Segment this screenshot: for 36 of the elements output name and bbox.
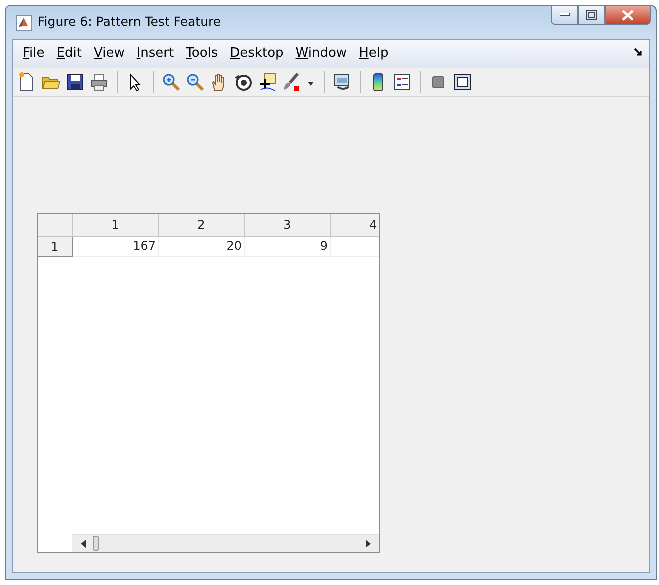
- data-cursor-icon[interactable]: [257, 72, 278, 92]
- maximize-button[interactable]: [578, 5, 605, 25]
- maximize-icon: [586, 10, 597, 20]
- menu-item[interactable]: Tools: [180, 44, 224, 64]
- close-button[interactable]: [605, 5, 651, 25]
- minimize-icon: [560, 13, 570, 17]
- window-icon[interactable]: [452, 72, 473, 92]
- column-header[interactable]: 2: [159, 214, 245, 237]
- menu-item[interactable]: View: [88, 44, 131, 64]
- printer-icon[interactable]: [89, 72, 110, 92]
- zoom-out-icon[interactable]: [185, 72, 206, 92]
- legend-icon[interactable]: [392, 72, 413, 92]
- menu-item[interactable]: Help: [353, 44, 395, 64]
- menu-item[interactable]: Edit: [50, 44, 88, 64]
- scroll-thumb[interactable]: [93, 536, 99, 551]
- app-icon: [16, 14, 32, 30]
- window-title: Figure 6: Pattern Test Feature: [38, 13, 222, 32]
- close-icon: [622, 10, 634, 20]
- zoom-in-icon[interactable]: [161, 72, 182, 92]
- save-icon[interactable]: [65, 72, 86, 92]
- scroll-right-icon[interactable]: [366, 540, 371, 548]
- dock-icon[interactable]: [634, 48, 643, 57]
- menu-item[interactable]: File: [17, 44, 51, 64]
- table-cell[interactable]: 9: [245, 237, 331, 257]
- minimize-button[interactable]: [551, 5, 578, 25]
- brush-icon[interactable]: [281, 72, 302, 92]
- column-header[interactable]: 3: [245, 214, 331, 237]
- column-header[interactable]: 1: [73, 214, 159, 237]
- menu-item[interactable]: Desktop: [224, 44, 290, 64]
- menu-item[interactable]: Insert: [130, 44, 180, 64]
- scroll-left-icon[interactable]: [81, 540, 86, 548]
- table-cell[interactable]: 167: [73, 237, 159, 257]
- table-cell[interactable]: 20: [159, 237, 245, 257]
- horizontal-scrollbar[interactable]: [72, 534, 379, 552]
- menu-item[interactable]: Window: [290, 44, 354, 64]
- row-header[interactable]: 1: [38, 237, 73, 257]
